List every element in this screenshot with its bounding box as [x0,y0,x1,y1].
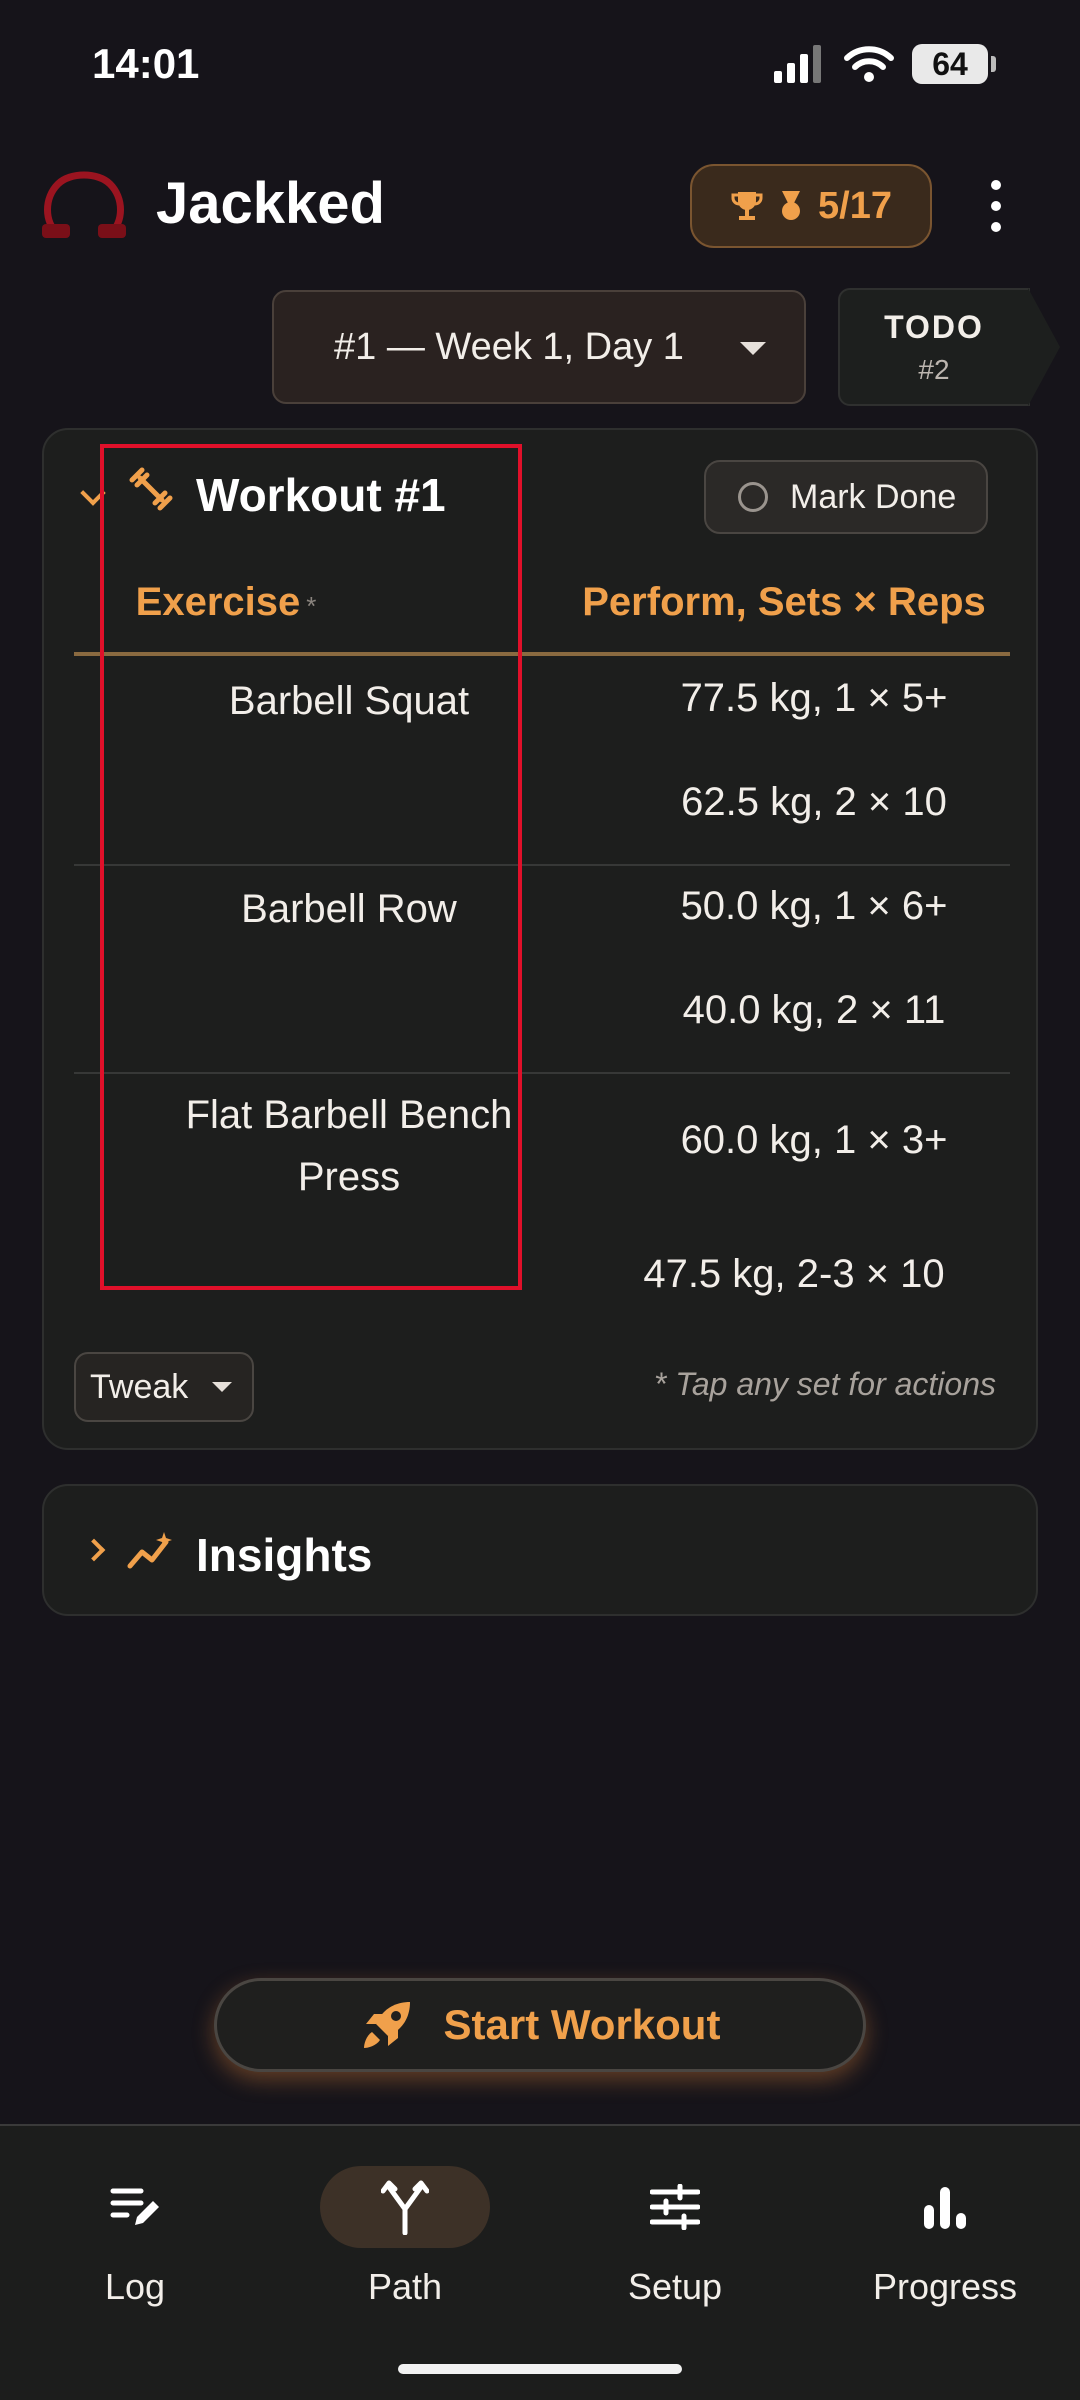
home-indicator [398,2364,682,2374]
nav-label: Path [367,2266,443,2307]
workout-card: Workout #1 Mark Done Exercise * Perform, … [42,428,1038,1450]
dumbbell-icon [129,467,173,511]
path-fork-icon [381,2180,429,2235]
exercise-column-header: Exercise * [104,580,348,625]
insights-card[interactable]: Insights [42,1484,1038,1616]
status-time: 14:01 [92,40,200,87]
mark-done-label: Mark Done [790,477,957,516]
bottom-nav: Log Path Setup Progress [0,2124,1080,2400]
trophy-icon [731,192,763,220]
exercise-name-line: Press [297,1155,401,1199]
insights-trend-icon [127,1532,172,1569]
nav-icon-container [50,2166,220,2248]
medal-icon [782,191,801,220]
set-cell[interactable]: 40.0 kg, 2 × 11 [564,988,1064,1033]
mark-done-button[interactable]: Mark Done [704,460,988,534]
app-title: Jackked [156,171,385,236]
nav-icon-container [860,2166,1030,2248]
todo-next-tab[interactable]: TODO #2 [838,288,1060,406]
workout-title: Workout #1 [196,469,446,521]
exercise-name-line: Flat Barbell Bench [185,1093,513,1137]
exercise-name[interactable]: Flat Barbell Bench Press [104,1084,594,1208]
nav-icon-container [590,2166,760,2248]
insights-title: Insights [196,1529,373,1581]
set-cell[interactable]: 47.5 kg, 2-3 × 10 [544,1252,1044,1297]
signal-icon [774,45,821,83]
start-workout-label: Start Workout [443,2001,721,2048]
nav-label: Progress [872,2266,1018,2307]
nav-label: Setup [627,2266,723,2307]
bar-chart-icon [924,2187,966,2229]
header-divider [74,652,1010,656]
row-divider [74,864,1010,866]
nav-item-path[interactable]: Path [270,2166,540,2336]
set-cell[interactable]: 60.0 kg, 1 × 3+ [564,1118,1064,1163]
exercise-header-marker: * [306,591,317,621]
battery-indicator: 64 [912,44,996,84]
chevron-right-icon [82,1538,106,1562]
achievements-button[interactable]: 5/17 [690,164,932,248]
exercise-header-label: Exercise [135,580,301,624]
exercise-name[interactable]: Barbell Squat [104,670,594,732]
todo-number: #2 [918,353,950,385]
tweak-dropdown[interactable]: Tweak [74,1352,254,1422]
nav-item-setup[interactable]: Setup [540,2166,810,2336]
nav-item-log[interactable]: Log [0,2166,270,2336]
radio-circle-icon [738,482,768,512]
set-cell[interactable]: 62.5 kg, 2 × 10 [564,780,1064,825]
status-icons: 64 [772,44,996,84]
app-header: Jackked 5/17 [0,150,1080,260]
start-workout-button[interactable]: Start Workout [214,1978,866,2072]
tap-hint-text: * Tap any set for actions [653,1366,996,1402]
set-cell[interactable]: 77.5 kg, 1 × 5+ [564,676,1064,721]
workout-card-header[interactable]: Workout #1 Mark Done [44,430,1036,554]
todo-label: TODO [884,308,984,345]
workout-day-dropdown[interactable]: #1 — Week 1, Day 1 [272,290,806,404]
set-cell[interactable]: 50.0 kg, 1 × 6+ [564,884,1064,929]
status-bar: 14:01 64 [0,0,1080,130]
achievement-count: 5/17 [818,184,892,227]
nav-icon-container [320,2166,490,2248]
app-logo-icon [42,171,126,238]
tweak-label: Tweak [90,1367,189,1406]
dropdown-caret-icon [212,1382,233,1392]
nav-label: Log [104,2266,166,2307]
dropdown-caret-icon [740,342,766,355]
workout-day-value: #1 — Week 1, Day 1 [334,325,684,368]
row-divider [74,1072,1010,1074]
wifi-icon [844,46,894,82]
exercise-name[interactable]: Barbell Row [104,878,594,940]
perform-column-header: Perform, Sets × Reps [582,580,986,624]
more-menu-icon[interactable] [978,180,1014,232]
sliders-icon [650,2184,700,2230]
nav-item-progress[interactable]: Progress [810,2166,1080,2336]
rocket-icon [363,2002,410,2048]
log-edit-icon [110,2188,159,2225]
chevron-down-icon [80,480,106,506]
